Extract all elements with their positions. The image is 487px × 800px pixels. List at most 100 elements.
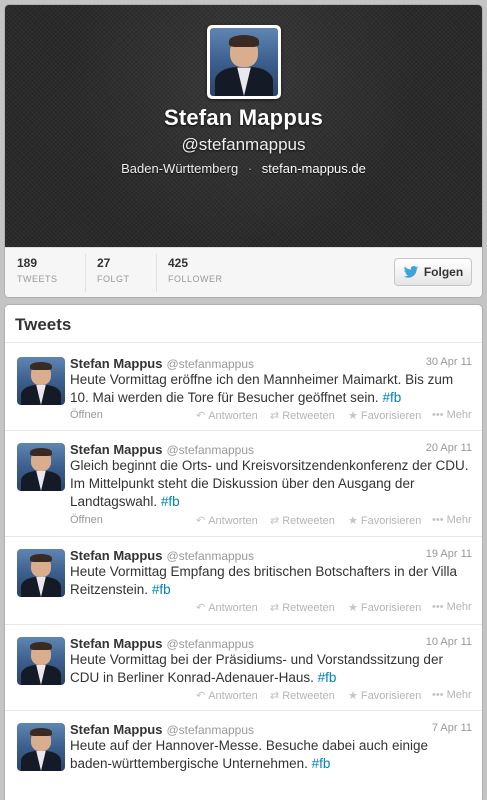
tweet-avatar[interactable] bbox=[17, 357, 65, 405]
tweet-author-handle[interactable]: @stefanmappus bbox=[166, 443, 254, 457]
tweets-timeline: Tweets Stefan Mappus @stefanmappus 30 Apr… bbox=[4, 304, 483, 800]
tweet-avatar[interactable] bbox=[17, 723, 65, 771]
follow-button[interactable]: Folgen bbox=[394, 258, 472, 286]
tweet-actions: ↶ Antworten ⇄ Retweeten ★ Favorisieren ••• M… bbox=[70, 689, 472, 703]
stat-following[interactable]: 27 FOLGT bbox=[97, 256, 130, 284]
tweet-avatar[interactable] bbox=[17, 443, 65, 491]
reply-label: Antworten bbox=[208, 515, 258, 527]
tweet-header: Stefan Mappus @stefanmappus 7 Apr 11 bbox=[70, 721, 472, 737]
tweet[interactable]: Stefan Mappus @stefanmappus 7 Apr 11 Heut… bbox=[5, 711, 482, 800]
tweet-author-name[interactable]: Stefan Mappus bbox=[70, 636, 162, 651]
reply-action[interactable]: ↶ Antworten bbox=[196, 514, 258, 527]
reply-action[interactable]: ↶ Antworten bbox=[196, 689, 258, 702]
favorite-action[interactable]: ★ Favorisieren bbox=[348, 514, 421, 527]
profile-card: Stefan Mappus @stefanmappus Baden-Württe… bbox=[4, 4, 483, 298]
tweet[interactable]: Stefan Mappus @stefanmappus 10 Apr 11 Heu… bbox=[5, 625, 482, 711]
tweet-timestamp[interactable]: 10 Apr 11 bbox=[426, 636, 472, 648]
tweet-open-link[interactable]: Öffnen bbox=[70, 409, 103, 421]
stat-following-value: 27 bbox=[97, 256, 111, 270]
favorite-label: Favorisieren bbox=[360, 602, 422, 614]
meta-separator: · bbox=[247, 161, 253, 176]
retweet-action[interactable]: ⇄ Retweeten bbox=[270, 689, 335, 702]
stat-followers-value: 425 bbox=[168, 256, 189, 270]
bird-icon bbox=[403, 266, 419, 278]
reply-label: Antworten bbox=[208, 602, 258, 614]
star-icon: ★ bbox=[348, 602, 358, 614]
tweet-body: Gleich beginnt die Orts- und Kreisvorsit… bbox=[70, 458, 469, 509]
tweet-author-name[interactable]: Stefan Mappus bbox=[70, 356, 162, 371]
more-label: Mehr bbox=[446, 601, 472, 613]
tweet-text: Gleich beginnt die Orts- und Kreisvorsit… bbox=[70, 457, 472, 511]
tweet-text: Heute Vormittag bei der Präsidiums- und … bbox=[70, 651, 472, 687]
tweet-author-handle[interactable]: @stefanmappus bbox=[166, 637, 254, 651]
tweet-text: Heute auf der Hannover-Messe. Besuche da… bbox=[70, 737, 472, 773]
reply-icon: ↶ bbox=[196, 515, 206, 527]
tweet-author-name[interactable]: Stefan Mappus bbox=[70, 548, 162, 563]
tweet-hashtag[interactable]: #fb bbox=[161, 494, 180, 509]
tweet-header: Stefan Mappus @stefanmappus 30 Apr 11 bbox=[70, 355, 472, 371]
reply-icon: ↶ bbox=[196, 602, 206, 614]
tweet-timestamp[interactable]: 30 Apr 11 bbox=[426, 356, 472, 368]
stat-divider bbox=[85, 254, 86, 292]
more-action[interactable]: ••• Mehr bbox=[432, 514, 472, 526]
tweet[interactable]: Stefan Mappus @stefanmappus 20 Apr 11 Gle… bbox=[5, 431, 482, 537]
tweet-actions: Öffnen ↶ Antworten ⇄ Retweeten ★ Favorisier… bbox=[70, 409, 472, 423]
tweet-body: Heute Vormittag Empfang des britischen B… bbox=[70, 564, 457, 597]
tweet-timestamp[interactable]: 20 Apr 11 bbox=[426, 442, 472, 454]
tweet-hashtag[interactable]: #fb bbox=[152, 582, 171, 597]
stat-followers[interactable]: 425 FOLLOWER bbox=[168, 256, 223, 284]
stat-divider bbox=[156, 254, 157, 292]
star-icon: ★ bbox=[348, 515, 358, 527]
stats-bar: 189 TWEETS 27 FOLGT 425 FOLLOWER Folgen bbox=[5, 247, 482, 297]
retweet-label: Retweeten bbox=[282, 602, 335, 614]
follow-button-label: Folgen bbox=[423, 265, 464, 279]
tweet-author-handle[interactable]: @stefanmappus bbox=[166, 357, 254, 371]
stat-tweets-label: TWEETS bbox=[17, 274, 58, 284]
tweet-author-name[interactable]: Stefan Mappus bbox=[70, 722, 162, 737]
tweet-open-link[interactable]: Öffnen bbox=[70, 514, 103, 526]
tweet-author-name[interactable]: Stefan Mappus bbox=[70, 442, 162, 457]
tweet-text: Heute Vormittag Empfang des britischen B… bbox=[70, 563, 472, 599]
more-icon: ••• bbox=[432, 601, 444, 613]
tweet-author-handle[interactable]: @stefanmappus bbox=[166, 723, 254, 737]
tweet[interactable]: Stefan Mappus @stefanmappus 30 Apr 11 Heu… bbox=[5, 345, 482, 431]
tweet-timestamp[interactable]: 19 Apr 11 bbox=[426, 548, 472, 560]
favorite-action[interactable]: ★ Favorisieren bbox=[348, 601, 421, 614]
tweet-author-handle[interactable]: @stefanmappus bbox=[166, 549, 254, 563]
reply-action[interactable]: ↶ Antworten bbox=[196, 601, 258, 614]
more-label: Mehr bbox=[446, 514, 472, 526]
more-action[interactable]: ••• Mehr bbox=[432, 689, 472, 701]
retweet-action[interactable]: ⇄ Retweeten bbox=[270, 514, 335, 527]
more-action[interactable]: ••• Mehr bbox=[432, 409, 472, 421]
profile-meta: Baden-Württemberg · stefan-mappus.de bbox=[5, 161, 482, 176]
favorite-action[interactable]: ★ Favorisieren bbox=[348, 409, 421, 422]
tweet-header: Stefan Mappus @stefanmappus 20 Apr 11 bbox=[70, 441, 472, 457]
retweet-label: Retweeten bbox=[282, 410, 335, 422]
tweet-avatar[interactable] bbox=[17, 637, 65, 685]
favorite-label: Favorisieren bbox=[360, 410, 422, 422]
profile-photo bbox=[210, 28, 278, 96]
more-action[interactable]: ••• Mehr bbox=[432, 601, 472, 613]
retweet-action[interactable]: ⇄ Retweeten bbox=[270, 409, 335, 422]
stat-tweets[interactable]: 189 TWEETS bbox=[17, 256, 58, 284]
tweet-hashtag[interactable]: #fb bbox=[318, 670, 337, 685]
profile-handle: @stefanmappus bbox=[181, 135, 306, 154]
tweet-body: Heute auf der Hannover-Messe. Besuche da… bbox=[70, 738, 428, 771]
tweet-header: Stefan Mappus @stefanmappus 19 Apr 11 bbox=[70, 547, 472, 563]
reply-label: Antworten bbox=[208, 690, 258, 702]
tweet-avatar[interactable] bbox=[17, 549, 65, 597]
star-icon: ★ bbox=[348, 690, 358, 702]
tweet-timestamp[interactable]: 7 Apr 11 bbox=[432, 722, 472, 734]
star-icon: ★ bbox=[348, 410, 358, 422]
profile-website-link[interactable]: stefan-mappus.de bbox=[262, 161, 366, 176]
retweet-icon: ⇄ bbox=[270, 602, 280, 614]
tweet-hashtag[interactable]: #fb bbox=[382, 390, 401, 405]
tweet[interactable]: Stefan Mappus @stefanmappus 19 Apr 11 Heu… bbox=[5, 537, 482, 625]
profile-avatar[interactable] bbox=[207, 25, 281, 99]
retweet-icon: ⇄ bbox=[270, 410, 280, 422]
favorite-label: Favorisieren bbox=[360, 690, 422, 702]
favorite-action[interactable]: ★ Favorisieren bbox=[348, 689, 421, 702]
reply-action[interactable]: ↶ Antworten bbox=[196, 409, 258, 422]
tweet-hashtag[interactable]: #fb bbox=[312, 756, 331, 771]
retweet-action[interactable]: ⇄ Retweeten bbox=[270, 601, 335, 614]
